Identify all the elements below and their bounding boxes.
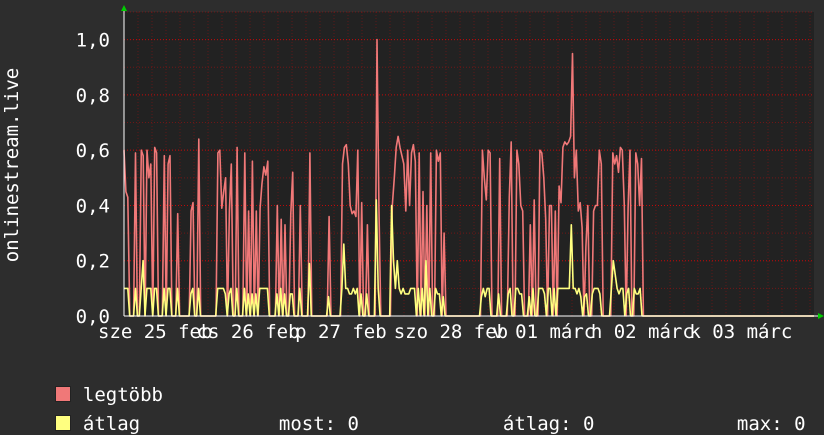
stat-now-value: 0 [347,413,359,435]
legend-label-avg: átlag [82,413,141,435]
stat-avg: átlag: 0 [480,391,595,435]
y-tick-label: 0,2 [76,251,110,273]
x-tick-label: cs 26 feb [197,321,300,343]
x-tick-label: szo 28 feb [394,321,508,343]
x-axis-arrow [818,313,824,319]
y-tick-label: 1,0 [76,30,110,52]
x-tick-label: sze 25 feb [98,321,212,343]
y-axis-arrow [121,5,127,11]
stat-avg-value: 0 [582,413,595,435]
y-tick-label: 0,8 [76,85,110,107]
y-axis-label: onlinestream.live [1,68,23,262]
legend-swatch-avg [54,415,71,431]
stat-max: max: 0 [714,391,806,435]
x-tick-label: p 27 feb [295,321,387,343]
legend-item-avg: átlag [32,391,140,435]
y-tick-label: 0,4 [76,195,110,217]
stat-max-value: 0 [794,413,806,435]
stat-now: most: 0 [256,391,359,435]
x-tick-label: k 03 márc [689,321,792,343]
stat-now-label: most: [278,413,337,435]
x-tick-label: h 02 márc [591,321,694,343]
y-tick-label: 0,6 [76,140,110,162]
stat-avg-label: átlag: [502,413,572,435]
x-tick-label: v 01 márc [492,321,595,343]
stat-max-label: max: [736,413,783,435]
